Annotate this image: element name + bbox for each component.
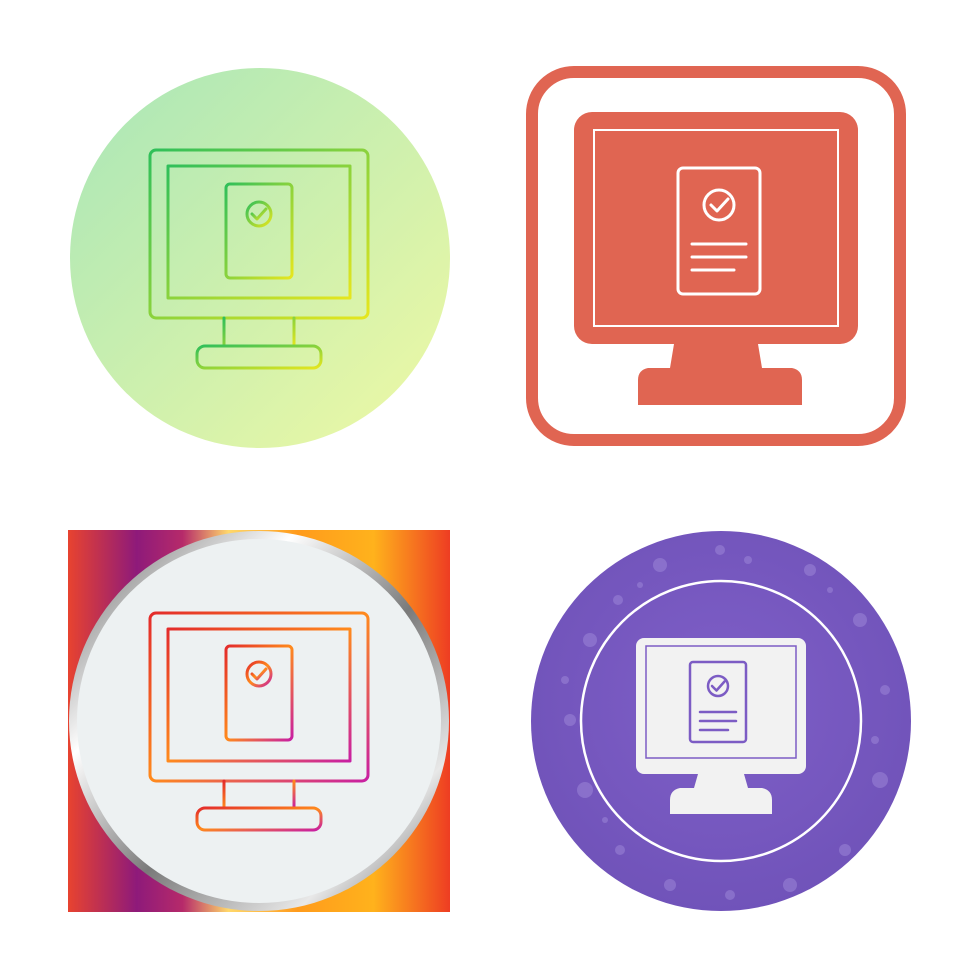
monitor-document-icon: [531, 531, 911, 911]
icon-variant-metallic-circle: [0, 490, 490, 980]
monitor-frame: [574, 112, 858, 344]
monitor-document-icon: [526, 66, 906, 446]
monitor-document-icon: [68, 530, 450, 912]
icon-sheet: [0, 0, 980, 980]
icon-variant-grunge-circle: [490, 490, 980, 980]
monitor-document-icon: [70, 68, 450, 448]
icon-variant-flat-frame: [490, 0, 980, 490]
background-circle: [70, 68, 450, 448]
icon-variant-gradient-line: [0, 0, 490, 490]
monitor-stand: [638, 344, 802, 405]
